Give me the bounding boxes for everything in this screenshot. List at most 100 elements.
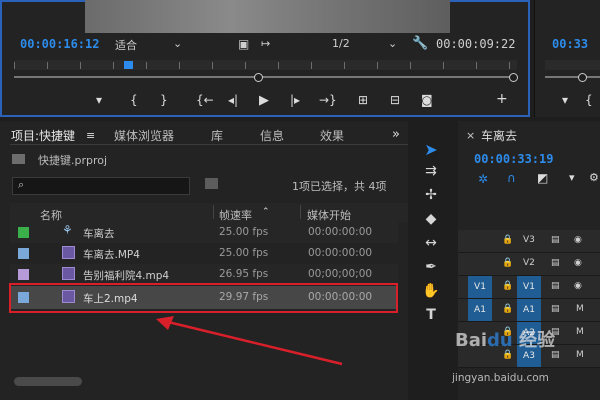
- list-item[interactable]: 告别福利院4.mp4 26.95 fps 00;00;00;00: [10, 264, 398, 285]
- time-ruler[interactable]: [14, 60, 517, 70]
- item-fps: 25.00 fps: [219, 226, 269, 238]
- fit-dropdown[interactable]: 适合 ⌄: [115, 37, 185, 53]
- sequence-tab[interactable]: 车离去: [481, 127, 517, 144]
- tab-info[interactable]: 信息: [260, 127, 284, 144]
- sync-lock-icon[interactable]: ▤: [551, 258, 560, 268]
- secondary-zoom-handle[interactable]: [578, 73, 587, 82]
- nest-icon[interactable]: ✲: [478, 172, 488, 186]
- mute-icon[interactable]: M: [576, 304, 584, 314]
- search-input[interactable]: ⌕: [12, 177, 190, 195]
- add-marker-icon[interactable]: ▾: [569, 171, 575, 184]
- close-icon[interactable]: ×: [466, 129, 475, 142]
- resolution-label: 1/2: [332, 37, 350, 50]
- hand-icon[interactable]: ✋: [420, 283, 442, 303]
- track-a1[interactable]: A1 🔒 A1 ▤ M: [458, 299, 600, 322]
- add-marker-icon[interactable]: ▾: [96, 93, 102, 107]
- track-label[interactable]: V1: [517, 276, 541, 298]
- play-icon[interactable]: ▶: [259, 93, 269, 108]
- settings-arrows-icon[interactable]: ↦: [261, 37, 270, 50]
- go-to-in-icon[interactable]: {←: [196, 93, 214, 107]
- playhead[interactable]: [124, 61, 133, 69]
- track-v1[interactable]: V1 🔒 V1 ▤ ◉: [458, 276, 600, 299]
- razor-icon[interactable]: ◆: [420, 211, 442, 231]
- secondary-scrollbar[interactable]: [545, 76, 600, 78]
- sync-lock-icon[interactable]: ▤: [551, 304, 560, 314]
- step-back-icon[interactable]: ◂|: [228, 93, 238, 107]
- list-item[interactable]: ⚘ 车离去 25.00 fps 00:00:00:00: [10, 222, 398, 243]
- ruler-tick: [212, 62, 213, 69]
- track-v3[interactable]: 🔒 V3 ▤ ◉: [458, 230, 600, 253]
- secondary-marker-icon[interactable]: ▾: [562, 93, 568, 107]
- lift-icon[interactable]: ⊞: [358, 93, 368, 107]
- column-frame-rate[interactable]: 帧速率: [219, 207, 252, 223]
- sync-lock-icon[interactable]: ▤: [551, 281, 560, 291]
- slip-icon[interactable]: ↔: [420, 235, 442, 255]
- eye-icon[interactable]: ◉: [574, 235, 582, 245]
- lock-icon[interactable]: 🔒: [502, 304, 513, 314]
- item-start: 00:00:00:00: [308, 226, 373, 238]
- selection-tool-icon[interactable]: ➤: [420, 140, 442, 160]
- ruler-tick: [278, 62, 279, 69]
- column-name[interactable]: 名称: [40, 207, 62, 223]
- label-color-swatch[interactable]: [18, 269, 29, 280]
- lock-icon[interactable]: 🔒: [502, 281, 513, 291]
- pen-icon[interactable]: ✒: [420, 259, 442, 279]
- extract-icon[interactable]: ⊟: [390, 93, 400, 107]
- source-patch-v1[interactable]: V1: [468, 276, 492, 298]
- snap-icon[interactable]: ∩: [507, 171, 516, 185]
- secondary-mark-in-icon[interactable]: {: [585, 93, 593, 107]
- sort-ascending-icon[interactable]: ⌃: [262, 207, 270, 217]
- mark-in-icon[interactable]: {: [130, 93, 138, 107]
- ruler-tick: [443, 62, 444, 69]
- track-v2[interactable]: 🔒 V2 ▤ ◉: [458, 253, 600, 276]
- secondary-ruler[interactable]: [545, 60, 600, 70]
- export-frame-icon[interactable]: ◙: [421, 93, 433, 107]
- tab-project[interactable]: 项目:快捷键: [11, 127, 75, 144]
- mute-icon[interactable]: M: [576, 350, 584, 360]
- new-bin-from-search-icon[interactable]: [205, 178, 218, 189]
- step-forward-icon[interactable]: |▸: [290, 93, 300, 107]
- zoom-handle-right[interactable]: [509, 73, 518, 82]
- lock-icon[interactable]: 🔒: [502, 235, 513, 245]
- tab-libraries[interactable]: 库: [211, 127, 223, 144]
- ruler-tick: [509, 62, 510, 69]
- track-label[interactable]: A1: [517, 299, 541, 321]
- annotation-arrow: [156, 316, 343, 366]
- list-item[interactable]: 车离去.MP4 25.00 fps 00:00:00:00: [10, 243, 398, 264]
- eye-icon[interactable]: ◉: [574, 281, 582, 291]
- zoom-handle-left[interactable]: [254, 73, 263, 82]
- ripple-edit-icon[interactable]: ✢: [420, 187, 442, 207]
- mark-out-icon[interactable]: }: [160, 93, 168, 107]
- tab-effects[interactable]: 效果: [320, 127, 344, 144]
- linked-selection-icon[interactable]: ◩: [537, 171, 548, 185]
- lock-icon[interactable]: 🔒: [502, 258, 513, 268]
- go-to-out-icon[interactable]: →}: [319, 93, 337, 107]
- column-divider[interactable]: [213, 205, 214, 219]
- ruler-tick: [245, 62, 246, 69]
- track-select-icon[interactable]: ⇉: [420, 163, 442, 183]
- timeline-timecode[interactable]: 00:00:33:19: [474, 152, 553, 166]
- zoom-scrollbar[interactable]: [14, 76, 517, 78]
- mute-icon[interactable]: M: [576, 327, 584, 337]
- current-timecode[interactable]: 00:00:16:12: [20, 37, 99, 51]
- tab-media-browser[interactable]: 媒体浏览器: [114, 127, 174, 144]
- add-button-icon[interactable]: +: [496, 91, 508, 107]
- column-media-start[interactable]: 媒体开始: [307, 207, 351, 223]
- settings-icon[interactable]: ⚙: [589, 171, 599, 184]
- eye-icon[interactable]: ◉: [574, 258, 582, 268]
- watermark-logo: Baidu 经验: [455, 330, 556, 351]
- track-label: V2: [523, 258, 535, 268]
- ruler-tick: [80, 62, 81, 69]
- column-divider[interactable]: [300, 205, 301, 219]
- sync-lock-icon[interactable]: ▤: [551, 235, 560, 245]
- label-color-swatch[interactable]: [18, 248, 29, 259]
- safe-margins-icon[interactable]: ▣: [238, 37, 249, 51]
- source-patch-a1[interactable]: A1: [468, 299, 492, 321]
- label-color-swatch[interactable]: [18, 227, 29, 238]
- panel-menu-icon[interactable]: ≡: [86, 129, 95, 142]
- ruler-tick: [113, 62, 114, 69]
- wrench-icon[interactable]: 🔧: [412, 36, 428, 51]
- secondary-timecode[interactable]: 00:33: [552, 37, 588, 51]
- type-icon[interactable]: T: [420, 307, 442, 327]
- horizontal-scrollbar[interactable]: [14, 377, 82, 386]
